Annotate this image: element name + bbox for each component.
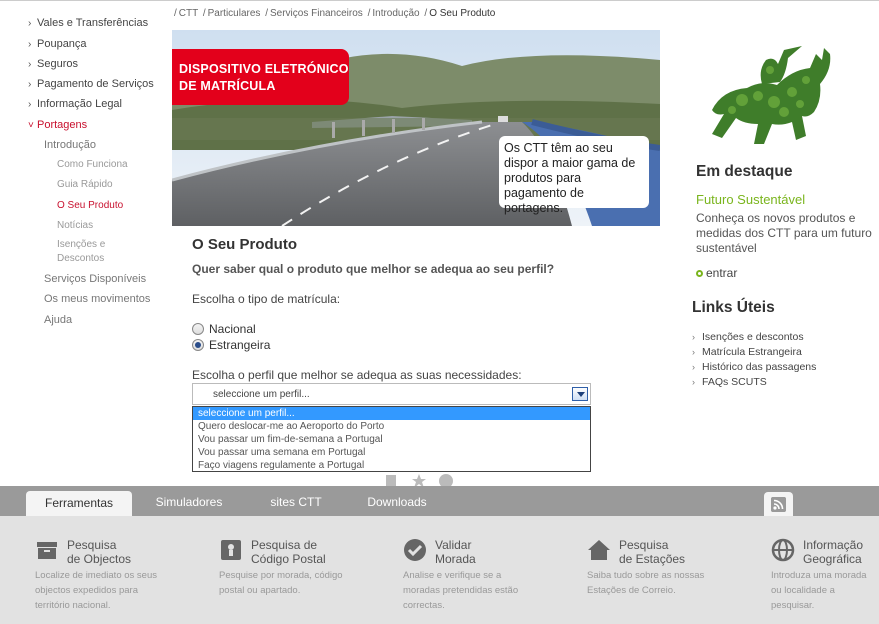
print-icon[interactable] [383,473,399,487]
page-tools [383,473,463,487]
tab-sites-ctt[interactable]: sites CTT [256,493,336,516]
plate-type-label: Escolha o tipo de matrícula: [192,292,341,306]
breadcrumb-introducao[interactable]: Introdução [372,8,419,19]
sidebar-sub-ajuda[interactable]: Ajuda [44,314,72,326]
page-title: O Seu Produto [192,236,297,253]
breadcrumb: / CTT / Particulares / Serviços Financeiros… [174,8,496,19]
profile-option[interactable]: Vou passar um fim-de-semana a Portugal [193,433,590,446]
sidebar-sub-guia-rapido[interactable]: Guia Rápido [57,179,113,190]
house-icon [588,540,610,560]
breadcrumb-particulares[interactable]: Particulares [208,8,261,19]
sidebar-item-vales[interactable]: › Vales e Transferências [28,17,148,29]
useful-link[interactable]: › Histórico das passagens [692,361,816,373]
tab-simuladores[interactable]: Simuladores [140,493,238,516]
main-content: O Seu Produto Quer saber qual o produto … [192,236,662,472]
star-icon[interactable] [411,473,427,487]
profile-label: Escolha o perfil que melhor se adequa as… [192,368,522,382]
sidebar-sub-noticias[interactable]: Notícias [57,220,93,231]
profile-option[interactable]: Faço viagens regulamente a Portugal [193,459,590,472]
sidebar-item-portagens[interactable]: ˅ Portagens [28,119,87,131]
useful-link[interactable]: › Matrícula Estrangeira [692,346,802,358]
dropdown-arrow-icon[interactable] [572,387,588,401]
useful-links-title: Links Úteis [692,299,775,316]
chevron-right-icon: › [28,18,32,29]
chevron-right-icon: › [28,59,32,70]
help-icon[interactable] [438,473,454,487]
sidebar-nav: › Vales e Transferências › Poupança › Segur… [0,0,170,486]
highlight-text: Conheça os novos produtos e medidas dos … [696,211,872,255]
sidebar-item-pagamento[interactable]: › Pagamento de Serviços [28,78,154,90]
chevron-right-icon: › [692,332,695,342]
sidebar-item-informacao[interactable]: › Informação Legal [28,98,122,110]
useful-link[interactable]: › Isenções e descontos [692,331,804,343]
highlight-subtitle[interactable]: Futuro Sustentável [696,192,805,207]
profile-dropdown-list: seleccione um perfil... Quero deslocar-m… [192,406,591,472]
sidebar-sub-servicos[interactable]: Serviços Disponíveis [44,273,146,285]
tab-downloads[interactable]: Downloads [355,493,439,516]
radio-nacional[interactable]: Nacional [192,322,256,336]
check-icon [404,539,426,561]
breadcrumb-ctt[interactable]: CTT [179,8,198,19]
chevron-right-icon: › [28,79,32,90]
sidebar-item-seguros[interactable]: › Seguros [28,58,78,70]
sidebar-sub-movimentos[interactable]: Os meus movimentos [44,293,150,305]
profile-option[interactable]: Vou passar uma semana em Portugal [193,446,590,459]
page-subtitle: Quer saber qual o produto que melhor se … [192,262,555,276]
footer-tabbar: Ferramentas Simuladores sites CTT Downlo… [0,486,879,516]
tab-ferramentas[interactable]: Ferramentas [26,491,132,516]
globe-icon [771,538,795,562]
radio-estrangeira[interactable]: Estrangeira [192,338,270,352]
postal-code-icon [221,540,241,560]
rss-icon [771,497,786,512]
chevron-right-icon: › [692,377,695,387]
chevron-right-icon: › [692,347,695,357]
hero-caption: Os CTT têm ao seu dispor a maior gama de… [499,136,649,215]
sidebar-sub-descontos[interactable]: Descontos [57,253,104,264]
hero-banner: DISPOSITIVO ELETRÓNICO DE MATRÍCULA Os C… [172,30,660,226]
profile-option[interactable]: seleccione um perfil... [193,407,590,420]
radio-estrangeira-control[interactable] [192,339,204,351]
ctt-horse-logo [712,46,831,144]
useful-link[interactable]: › FAQs SCUTS [692,376,767,388]
enter-link[interactable]: entrar [696,266,737,280]
breadcrumb-current: O Seu Produto [429,8,496,19]
profile-option[interactable]: Quero deslocar-me ao Aeroporto do Porto [193,420,590,433]
sidebar-sub-como-funciona[interactable]: Como Funciona [57,159,128,170]
chevron-right-icon: › [28,99,32,110]
sidebar-sub-introducao[interactable]: Introdução [44,139,96,151]
sidebar-item-poupanca[interactable]: › Poupança [28,38,87,50]
profile-select[interactable]: seleccione um perfil... [192,383,591,405]
radio-nacional-control[interactable] [192,323,204,335]
sidebar-sub-o-seu-produto[interactable]: O Seu Produto [57,200,123,211]
highlight-title: Em destaque [696,163,793,180]
chevron-right-icon: › [28,39,32,50]
rss-button[interactable] [764,492,793,516]
package-icon [37,542,57,559]
hero-badge: DISPOSITIVO ELETRÓNICO DE MATRÍCULA [172,49,349,105]
sidebar-sub-isencoes[interactable]: Isenções e [57,239,105,250]
chevron-down-icon: ˅ [28,120,34,131]
footer-tools: Ferramentas Simuladores sites CTT Downlo… [0,486,879,624]
circle-bullet-icon [696,270,703,277]
breadcrumb-servicos-financeiros[interactable]: Serviços Financeiros [270,8,363,19]
chevron-right-icon: › [692,362,695,372]
